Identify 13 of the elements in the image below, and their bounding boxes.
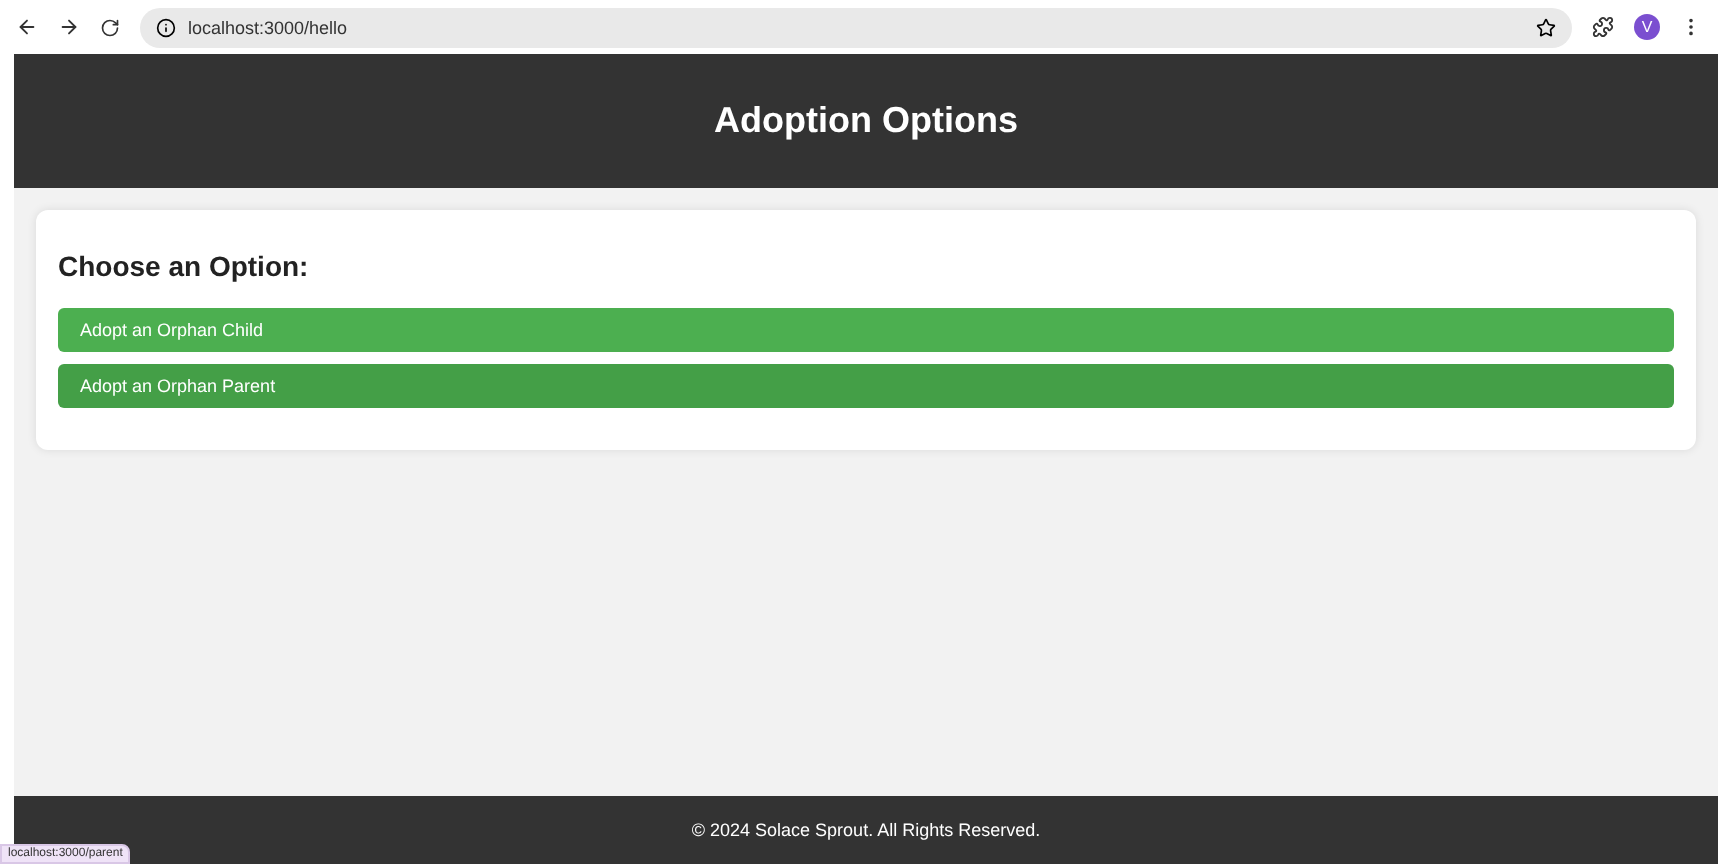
copyright-text: © 2024 Solace Sprout. All Rights Reserved. [691, 820, 1041, 840]
card-heading: Choose an Option: [58, 250, 311, 282]
option-button[interactable]: Adopt an Orphan Child [58, 308, 1674, 352]
info-icon [156, 17, 176, 37]
bookmark-star-icon[interactable] [1536, 17, 1556, 37]
forward-icon[interactable] [58, 16, 80, 38]
page-title: Adoption Options [714, 100, 1018, 142]
address-bar[interactable]: localhost:3000/hello [140, 7, 1572, 47]
option-button[interactable]: Adopt an Orphan Parent [58, 364, 1674, 408]
back-icon[interactable] [16, 16, 38, 38]
puzzle-icon[interactable] [1592, 16, 1614, 38]
reload-icon[interactable] [100, 17, 120, 37]
profile-avatar[interactable]: V [1634, 14, 1660, 40]
